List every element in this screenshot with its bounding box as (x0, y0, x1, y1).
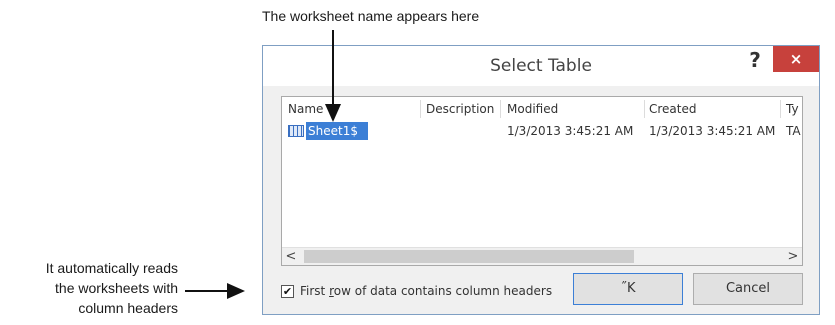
column-header-name[interactable]: Name (288, 100, 323, 118)
column-separator[interactable] (644, 100, 645, 118)
column-header-type[interactable]: Ty (786, 100, 799, 118)
annotation-left-line-2: the worksheets with (55, 280, 178, 296)
row-type-cell: TA (786, 124, 801, 138)
checkbox-label-post: ow of data contains column headers (333, 284, 553, 298)
scroll-right-arrow-icon[interactable]: > (784, 248, 802, 265)
column-header-created[interactable]: Created (649, 100, 697, 118)
annotation-top: The worksheet name appears here (262, 8, 480, 24)
dialog-titlebar: Select Table ? × (263, 46, 819, 86)
column-separator[interactable] (500, 100, 501, 118)
row-created-cell: 1/3/2013 3:45:21 AM (649, 124, 776, 138)
annotation-left: It automatically reads the worksheets wi… (20, 258, 178, 318)
cancel-button[interactable]: Cancel (693, 273, 803, 305)
first-row-headers-option[interactable]: ✔ First row of data contains column head… (281, 284, 552, 298)
first-row-headers-label[interactable]: First row of data contains column header… (300, 284, 552, 298)
select-table-dialog: Select Table ? × Name Description Modifi… (262, 45, 820, 315)
table-list[interactable]: Name Description Modified Created Ty She… (281, 96, 803, 266)
close-button[interactable]: × (773, 46, 819, 72)
annotation-left-line-3: column headers (78, 300, 178, 316)
checkbox-label-pre: First (300, 284, 330, 298)
ok-button[interactable]: ˝K (573, 273, 683, 305)
table-icon (288, 125, 304, 137)
scrollbar-thumb[interactable] (304, 250, 634, 263)
annotation-left-line-1: It automatically reads (45, 260, 178, 276)
help-button[interactable]: ? (743, 48, 767, 72)
dialog-title: Select Table (490, 56, 592, 76)
column-separator[interactable] (780, 100, 781, 118)
first-row-headers-checkbox[interactable]: ✔ (281, 284, 294, 298)
row-name-cell[interactable]: Sheet1$ (306, 122, 368, 140)
column-header-description[interactable]: Description (426, 100, 494, 118)
row-modified-cell: 1/3/2013 3:45:21 AM (507, 124, 634, 138)
scroll-left-arrow-icon[interactable]: < (282, 248, 300, 265)
column-header-modified[interactable]: Modified (507, 100, 558, 118)
table-row[interactable]: Sheet1$ (288, 122, 368, 140)
left-arrow-icon (185, 283, 245, 299)
column-separator[interactable] (420, 100, 421, 118)
horizontal-scrollbar[interactable]: < > (282, 247, 802, 265)
